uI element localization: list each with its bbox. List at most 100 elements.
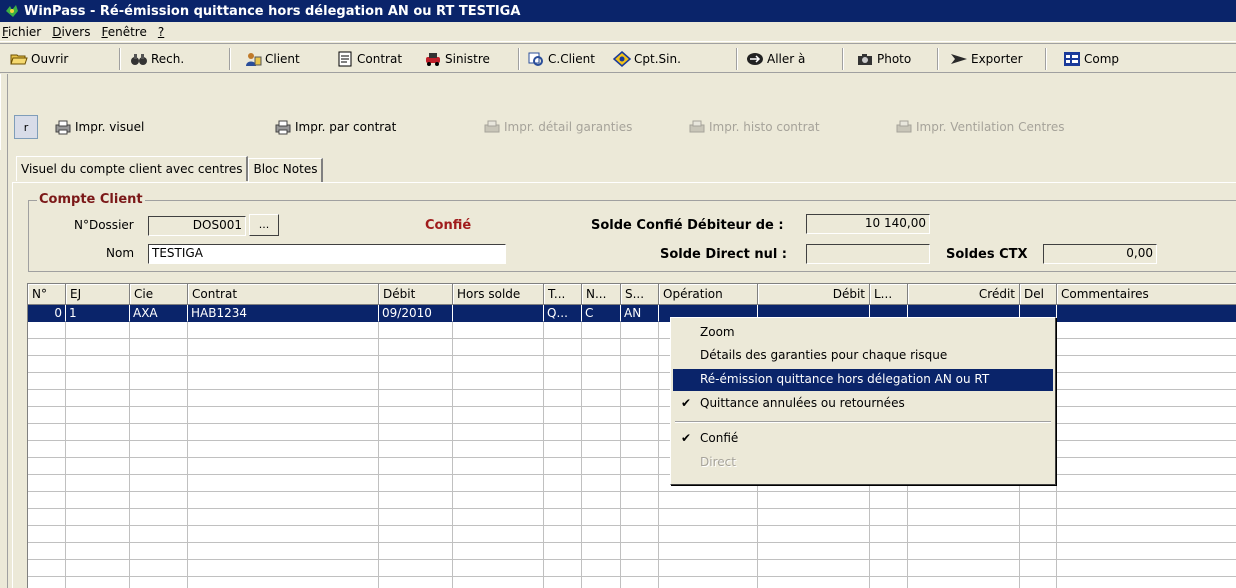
col-header-n[interactable]: N... [582,284,621,305]
tab-notes[interactable]: Bloc Notes [248,158,324,182]
empty-cell [28,509,66,526]
col-header-s[interactable]: S... [621,284,659,305]
menu-item-direct[interactable]: Direct [673,452,1053,474]
cell-cie: AXA [130,305,188,322]
empty-cell [28,492,66,509]
account-group-title: Compte Client [37,192,145,207]
print-guarantees-button[interactable]: Impr. détail garanties [482,119,632,135]
tab-visual-account[interactable]: Visuel du compte client avec centres [16,156,249,181]
menu-item-reissue-receipt[interactable]: Ré-émission quittance hors délegation AN… [673,369,1053,391]
empty-cell [544,560,582,577]
dossier-field[interactable]: DOS001 [148,216,246,236]
empty-cell [188,373,379,390]
empty-cell [621,492,659,509]
empty-cell [66,560,130,577]
claim-icon [426,53,440,66]
menu-item-cancelled-receipts[interactable]: ✔ Quittance annulées ou retournées [673,393,1053,415]
menu-fichier[interactable]: Fichier [2,25,41,39]
export-button[interactable]: Exporter [950,50,1023,68]
r-button[interactable]: r [14,115,38,139]
cell-s: AN [621,305,659,322]
empty-cell [582,577,621,588]
empty-cell [582,373,621,390]
col-header-credit[interactable]: Crédit [908,284,1020,305]
empty-cell [379,339,453,356]
folder-open-icon [10,54,28,65]
open-button[interactable]: Ouvrir [10,50,68,68]
menu-separator [675,421,1051,423]
empty-cell [453,373,544,390]
col-header-commentaires[interactable]: Commentaires [1057,284,1236,305]
empty-cell [621,509,659,526]
empty-cell [453,509,544,526]
col-header-num[interactable]: N° [28,284,66,305]
print-by-contract-button[interactable]: Impr. par contrat [273,119,396,135]
col-header-l[interactable]: L... [870,284,908,305]
empty-cell [1057,322,1236,339]
menu-item-confie[interactable]: ✔ Confié [673,428,1053,450]
col-header-del[interactable]: Del [1020,284,1057,305]
search-button[interactable]: Rech. [130,50,184,68]
cell-commentaires [1057,305,1236,322]
nom-field[interactable]: TESTIGA [148,244,506,264]
empty-cell [379,424,453,441]
print-centres-button[interactable]: Impr. Ventilation Centres [894,119,1064,135]
empty-cell [453,441,544,458]
empty-cell [66,577,130,588]
empty-cell [188,509,379,526]
empty-cell [188,458,379,475]
col-header-hors-solde[interactable]: Hors solde [453,284,544,305]
claim-button[interactable]: Sinistre [424,50,490,68]
main-toolbar: Ouvrir Rech. Client Contrat Sinistre C.C… [0,43,1236,73]
export-icon [951,54,967,64]
contract-button[interactable]: Contrat [336,50,402,68]
col-header-debit[interactable]: Débit [379,284,453,305]
solde-direct-field [806,244,930,264]
solde-confie-field: 10 140,00 [806,214,930,234]
empty-cell [544,322,582,339]
col-header-debit-2[interactable]: Débit [758,284,870,305]
menu-item-guarantee-details[interactable]: Détails des garanties pour chaque risque [673,345,1053,367]
dossier-lookup-button[interactable]: ... [249,214,279,236]
empty-cell [188,407,379,424]
empty-cell [1057,560,1236,577]
menu-fenetre[interactable]: Fenêtre [101,25,146,39]
menu-bar: Fichier Divers Fenêtre ? [0,22,1236,42]
empty-cell [908,509,1020,526]
client-account-button[interactable]: C.Client [527,50,595,68]
photo-button[interactable]: Photo [856,50,911,68]
contract-icon [338,51,352,67]
empty-cell [758,509,870,526]
empty-cell [621,390,659,407]
goto-button[interactable]: Aller à [746,50,805,68]
printer-icon [484,120,500,133]
col-header-cie[interactable]: Cie [130,284,188,305]
print-visual-button[interactable]: Impr. visuel [53,119,144,135]
empty-cell [453,424,544,441]
empty-cell [379,373,453,390]
empty-cell [582,407,621,424]
empty-cell [1057,424,1236,441]
client-button[interactable]: Client [244,50,300,68]
empty-cell [758,492,870,509]
empty-cell [453,356,544,373]
empty-cell [582,322,621,339]
compare-button[interactable]: Comp [1063,50,1119,68]
menu-help[interactable]: ? [158,25,164,39]
empty-cell [582,424,621,441]
menu-divers[interactable]: Divers [52,25,90,39]
col-header-ej[interactable]: EJ [66,284,130,305]
camera-icon [858,54,872,65]
claim-account-button[interactable]: Cpt.Sin. [613,50,681,68]
menu-item-zoom[interactable]: Zoom [673,322,1053,344]
empty-cell [908,543,1020,560]
empty-cell [758,543,870,560]
empty-cell [66,322,130,339]
col-header-operation[interactable]: Opération [659,284,758,305]
print-contract-history-button[interactable]: Impr. histo contrat [687,119,820,135]
empty-cell [188,560,379,577]
empty-cell [379,407,453,424]
col-header-t[interactable]: T... [544,284,582,305]
col-header-contrat[interactable]: Contrat [188,284,379,305]
empty-cell [66,492,130,509]
